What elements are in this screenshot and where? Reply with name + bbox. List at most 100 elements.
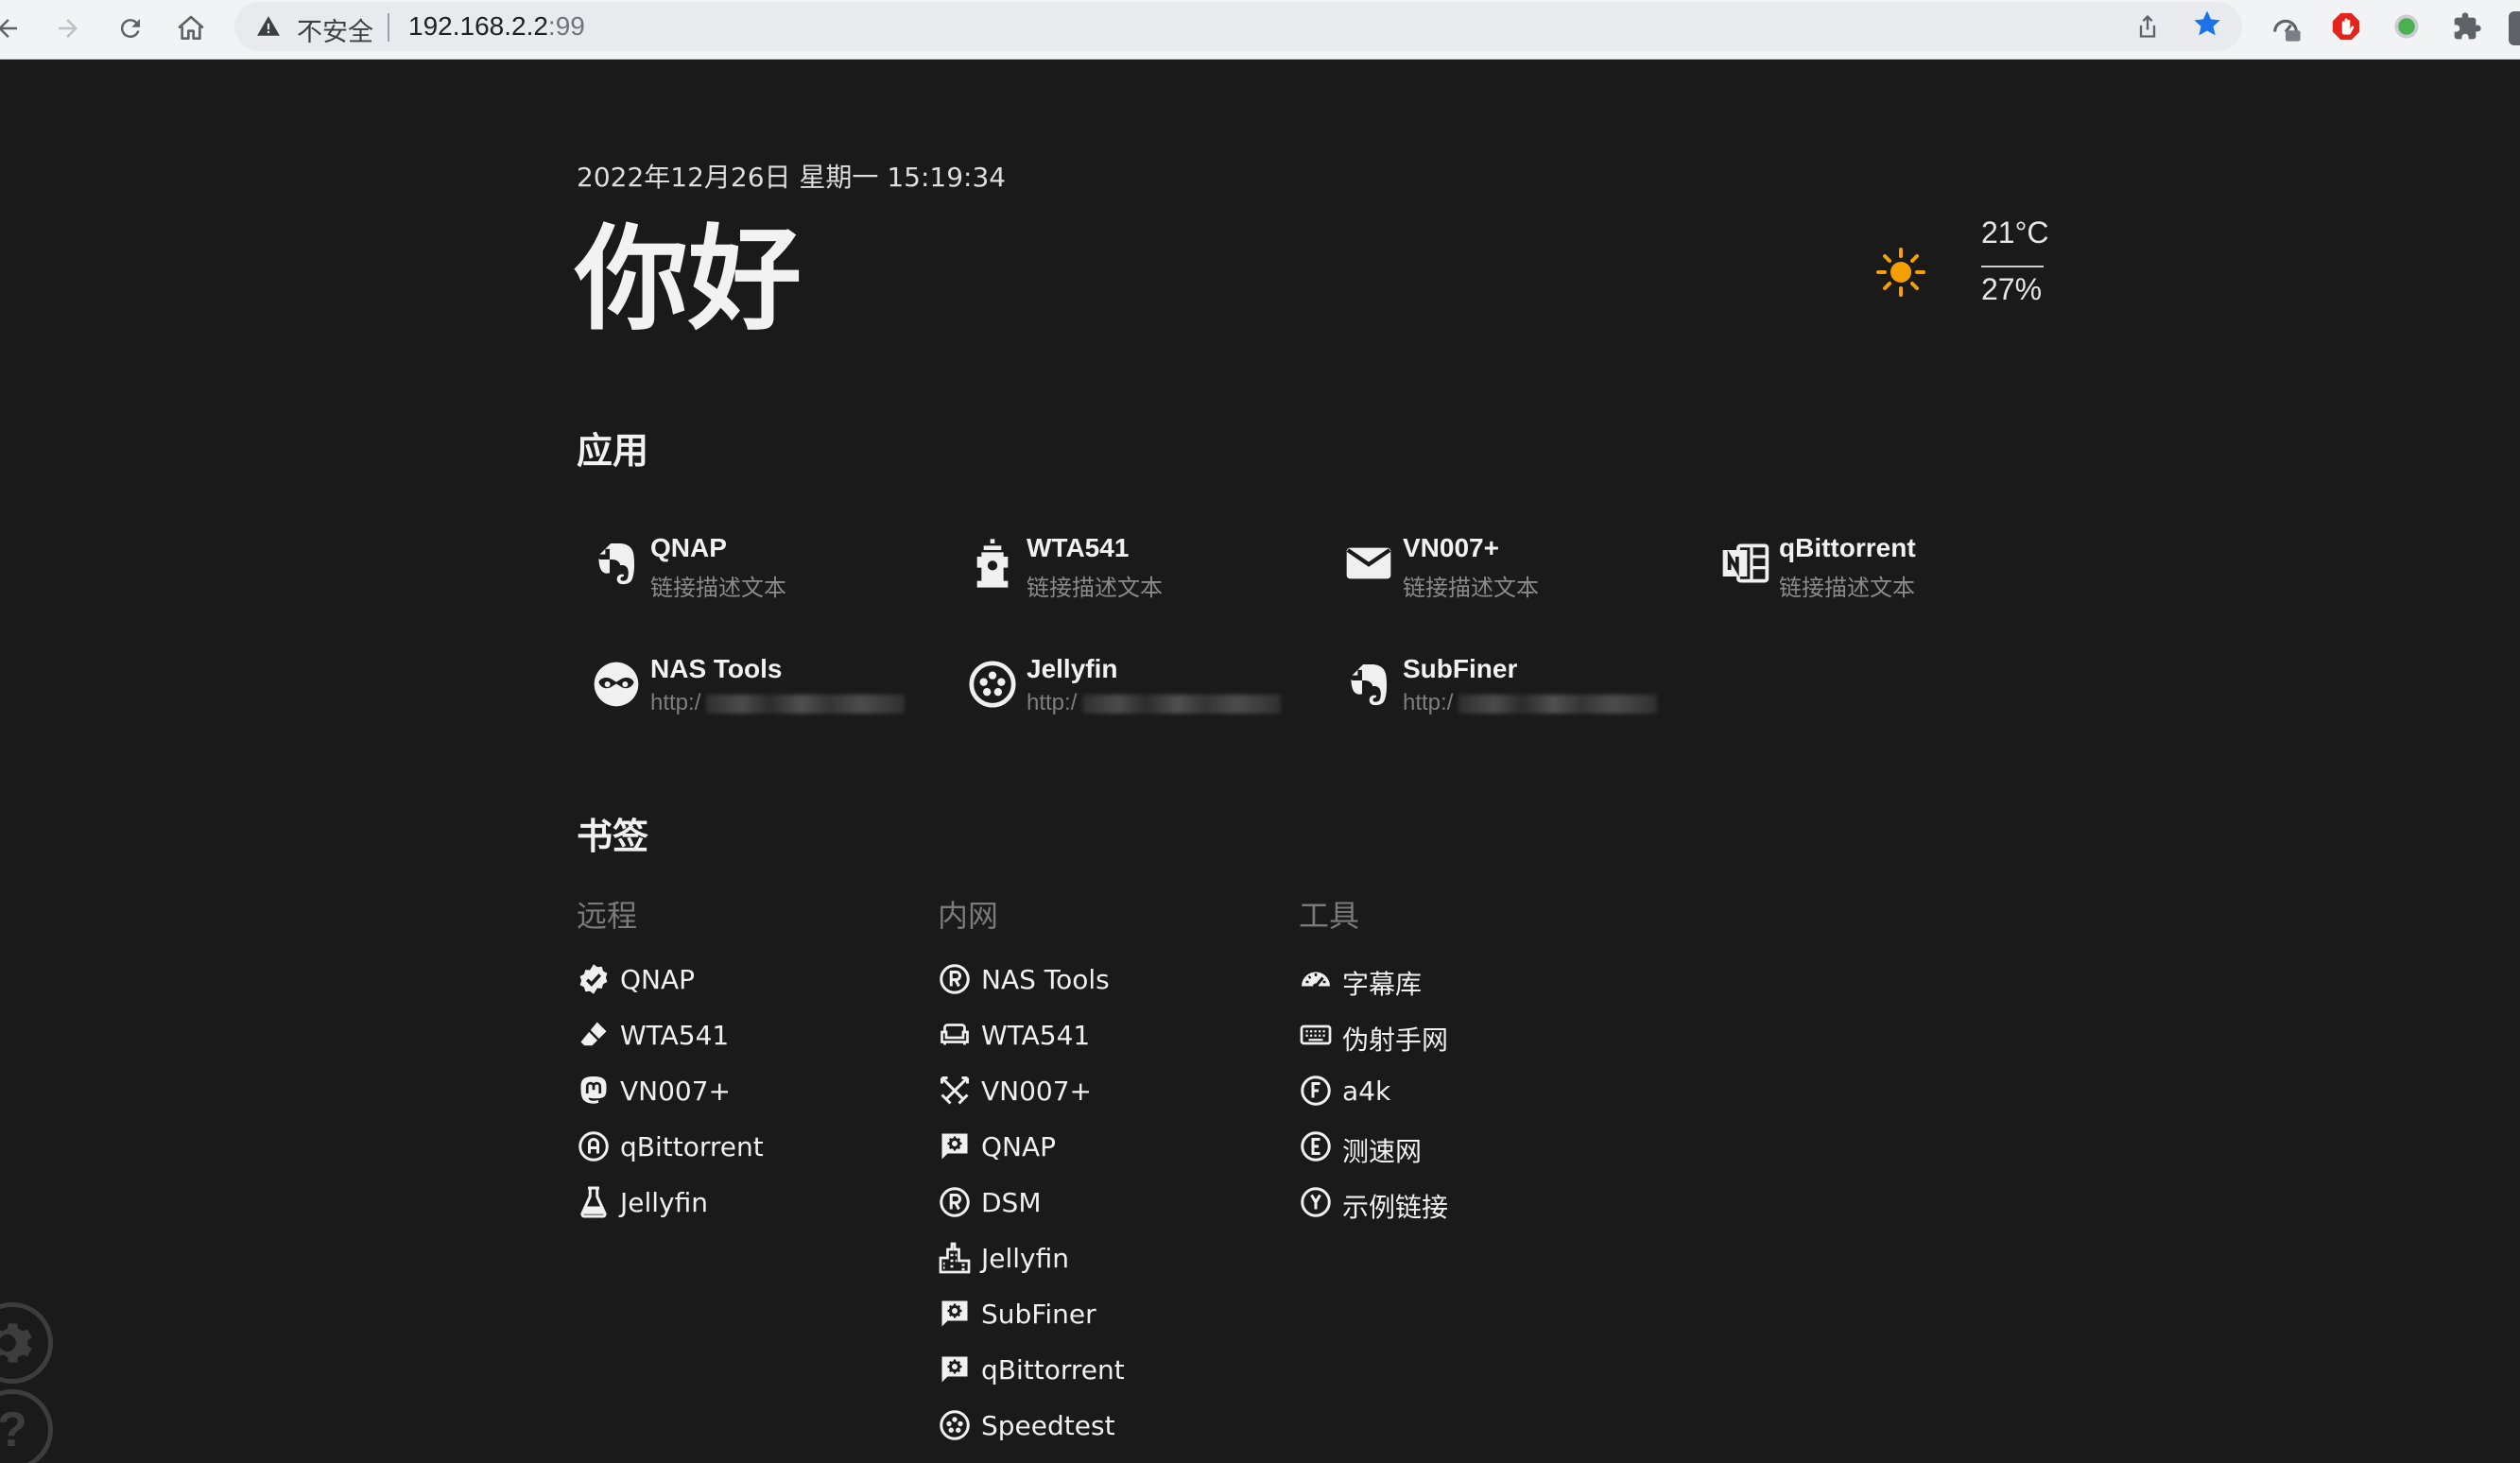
app-card-nas-tools[interactable]: NAS Tools http:/ [577,645,936,730]
bookmark-label: WTA541 [981,1020,1091,1051]
face-icon [938,1408,972,1442]
check-decagram-icon [577,962,611,996]
eraser-icon [577,1018,611,1052]
app-card-jellyfin[interactable]: Jellyfin http:/ [953,645,1312,730]
speedometer-icon [1299,962,1333,996]
app-name: NAS Tools [650,654,783,683]
app-url-text: http:/ [650,690,701,715]
bookmark-group-title-tools: 工具 [1299,898,1360,934]
bookmark-label: qBittorrent [620,1131,764,1162]
bookmark-label: 测速网 [1342,1136,1423,1167]
bookmark-label: 字幕库 [1342,969,1423,1000]
security-label[interactable]: 不安全 [297,11,373,48]
adblock-extension-icon[interactable] [2327,8,2365,45]
profile-avatar[interactable] [2509,11,2520,45]
registered-icon [938,1185,972,1219]
evernote-icon [1342,658,1395,711]
datetime: 2022年12月26日 星期一 15:19:34 [577,162,1007,193]
speed-extension-icon[interactable] [2267,8,2304,45]
app-card-wta541[interactable]: WTA541 链接描述文本 [953,524,1312,609]
sofa-icon [938,1018,972,1052]
weather-humidity: 27% [1981,272,2043,306]
app-card-qnap[interactable]: QNAP 链接描述文本 [577,524,936,609]
face-icon [966,658,1019,711]
app-name: QNAP [650,533,727,562]
address-bar[interactable]: 不安全 192.168.2.2:99 [234,2,2242,51]
share-icon[interactable] [2134,11,2161,48]
mail-icon [1342,537,1395,590]
app-card-qbittorrent[interactable]: qBittorrent 链接描述文本 [1705,524,2064,609]
app-description: 链接描述文本 [1403,575,1539,601]
alpha-y-circle-icon [1299,1185,1333,1219]
app-name: Jellyfin [1027,654,1118,683]
weather-temperature: 21°C [1981,215,2049,250]
apps-section-title: 应用 [577,430,649,472]
bookmark-label: SubFiner [981,1299,1096,1330]
bookmark-label: VN007+ [620,1076,732,1107]
app-name: VN007+ [1403,533,1499,562]
reload-icon[interactable] [112,9,149,47]
bookmark-label: VN007+ [981,1076,1093,1107]
app-url: http:/ [1403,690,1686,718]
bookmark-label: DSM [981,1187,1042,1218]
city-icon [938,1241,972,1275]
weather-divider [1981,266,2044,267]
alpha-e-circle-icon [1299,1129,1333,1163]
registered-icon [938,962,972,996]
redacted-url [1458,694,1658,714]
browser-toolbar: 不安全 192.168.2.2:99 [0,0,2520,60]
url-text[interactable]: 192.168.2.2:99 [408,11,585,42]
help-icon[interactable]: ? [0,1389,53,1463]
bookmark-label: QNAP [620,964,696,995]
app-url-text: http:/ [1027,690,1078,715]
help-glyph: ? [0,1403,27,1457]
redacted-url [1082,694,1282,714]
app-url: http:/ [1027,690,1310,718]
bookmark-group-title-lan: 内网 [938,898,999,934]
bookmark-group-title-remote: 远程 [577,898,638,934]
home-icon[interactable] [172,9,210,47]
sun-icon [1876,248,1925,297]
message-cog-icon [938,1129,972,1163]
bookmark-label: NAS Tools [981,964,1110,995]
bookmark-label: a4k [1342,1076,1391,1107]
app-card-vn007[interactable]: VN007+ 链接描述文本 [1329,524,1688,609]
bookmark-label: qBittorrent [981,1354,1125,1386]
app-name: qBittorrent [1779,533,1916,562]
greeting-title: 你好 [575,215,802,346]
message-cog-icon [938,1352,972,1386]
app-url: http:/ [650,690,934,718]
bookmark-label: Jellyfin [981,1243,1069,1274]
redacted-url [706,694,906,714]
forward-icon[interactable] [49,9,87,47]
omnibox-divider [388,13,389,42]
fire-hydrant-icon [966,537,1019,590]
green-status-extension-icon[interactable] [2388,8,2425,45]
sword-cross-icon [938,1074,972,1108]
bookmark-star-icon[interactable] [2191,8,2223,48]
app-name: WTA541 [1027,533,1130,562]
alpha-f-circle-icon [1299,1074,1333,1108]
alpha-a-circle-icon [577,1129,611,1163]
app-name: SubFiner [1403,654,1518,683]
back-icon[interactable] [0,9,26,47]
gear-icon[interactable] [0,1302,53,1384]
keyboard-icon [1299,1018,1333,1052]
bookmark-label: QNAP [981,1131,1057,1162]
app-card-subfiner[interactable]: SubFiner http:/ [1329,645,1688,730]
mask-icon [590,658,643,711]
message-cog-icon [938,1297,972,1331]
bookmark-label: Speedtest [981,1410,1115,1441]
app-description: 链接描述文本 [650,575,786,601]
bookmark-label: 伪射手网 [1342,1024,1449,1056]
app-url-text: http:/ [1403,690,1454,715]
extensions-puzzle-icon[interactable] [2448,8,2486,45]
bookmark-label: WTA541 [620,1020,730,1051]
onenote-icon [1718,537,1771,590]
evernote-icon [590,537,643,590]
warning-icon[interactable] [253,11,284,42]
url-host: 192.168.2.2 [408,11,548,41]
bookmark-label: 示例链接 [1342,1192,1449,1223]
app-description: 链接描述文本 [1027,575,1163,601]
bookmarks-section-title: 书签 [577,816,649,857]
